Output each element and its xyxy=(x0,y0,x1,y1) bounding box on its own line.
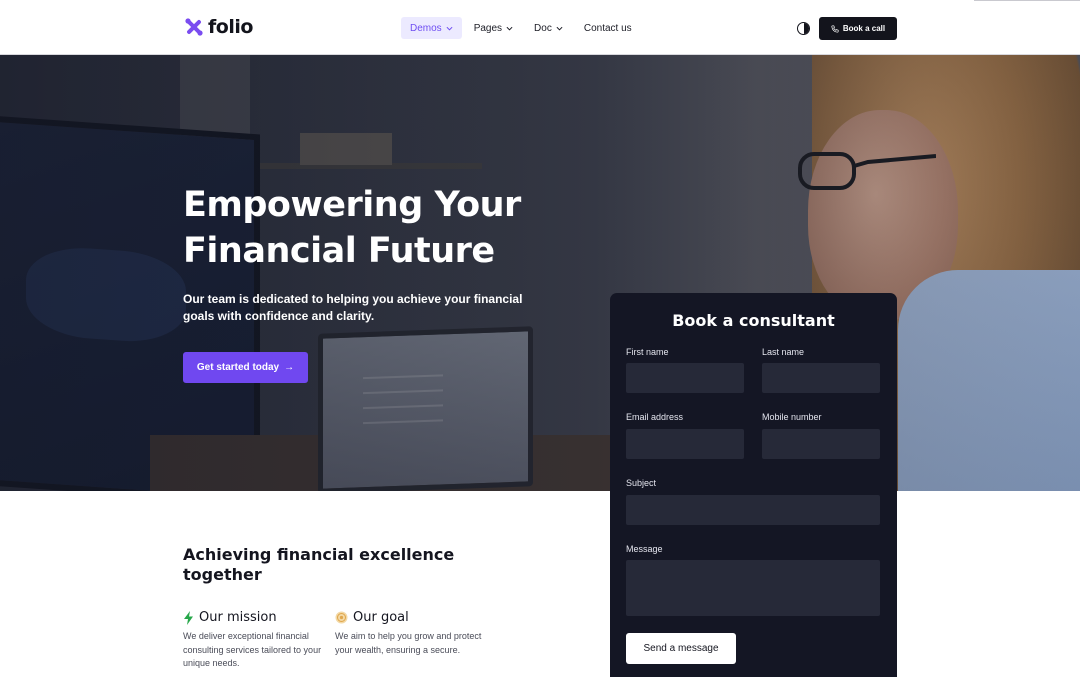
brand-name: folio xyxy=(208,16,253,38)
last-name-field[interactable] xyxy=(762,363,880,393)
main-nav: Demos Pages Doc Contact us xyxy=(401,17,644,39)
book-call-button[interactable]: Book a call xyxy=(819,17,897,40)
nav-item-label: Contact us xyxy=(583,22,632,34)
hero-title-line1: Empowering Your xyxy=(183,185,521,225)
chevron-down-icon xyxy=(506,26,513,31)
feature-mission: Our mission We deliver exceptional finan… xyxy=(183,610,333,671)
logo-icon xyxy=(185,18,203,36)
feature-title: Our mission xyxy=(199,610,277,625)
feature-heading: Our mission xyxy=(183,610,333,625)
nav-item-label: Pages xyxy=(473,22,503,34)
get-started-button[interactable]: Get started today → xyxy=(183,352,308,383)
navbar: folio Demos Pages Doc Contact us Book a … xyxy=(0,0,1080,55)
section-title: Achieving financial excellence together xyxy=(183,545,455,584)
form-title: Book a consultant xyxy=(672,311,835,330)
feature-goal: Our goal We aim to help you grow and pro… xyxy=(335,610,485,657)
subject-label: Subject xyxy=(626,478,657,488)
hero-title: Empowering Your Financial Future xyxy=(183,182,521,274)
brand-logo[interactable]: folio xyxy=(184,16,253,38)
target-icon xyxy=(335,611,348,624)
top-divider xyxy=(974,0,1080,1)
book-call-label: Book a call xyxy=(842,24,886,33)
email-field[interactable] xyxy=(626,429,744,459)
chevron-down-icon xyxy=(446,26,453,31)
arrow-right-icon: → xyxy=(284,362,295,373)
hero-title-line2: Financial Future xyxy=(183,228,521,274)
nav-item-contact[interactable]: Contact us xyxy=(575,17,641,39)
send-message-button[interactable]: Send a message xyxy=(626,633,736,664)
nav-item-doc[interactable]: Doc xyxy=(525,17,572,39)
feature-text: We aim to help you grow and protect your… xyxy=(335,631,482,655)
mobile-label: Mobile number xyxy=(762,412,822,422)
feature-title: Our goal xyxy=(353,610,409,625)
nav-item-demos[interactable]: Demos xyxy=(401,17,462,39)
last-name-label: Last name xyxy=(762,347,805,357)
phone-icon xyxy=(831,24,839,33)
hero-section xyxy=(0,55,1080,491)
get-started-label: Get started today xyxy=(196,362,280,373)
nav-item-label: Demos xyxy=(410,22,442,34)
chevron-down-icon xyxy=(556,26,563,31)
consultation-form: Book a consultant First name Last name E… xyxy=(610,293,897,677)
hero-overlay xyxy=(0,55,1080,491)
first-name-label: First name xyxy=(626,347,669,357)
contrast-icon[interactable] xyxy=(797,22,810,35)
message-label: Message xyxy=(626,544,663,554)
nav-item-pages[interactable]: Pages xyxy=(465,17,522,39)
message-field[interactable] xyxy=(626,560,880,616)
email-label: Email address xyxy=(626,412,684,422)
nav-item-label: Doc xyxy=(534,22,552,34)
first-name-field[interactable] xyxy=(626,363,744,393)
hero-title-light: Financial xyxy=(183,231,357,271)
hero-subtitle: Our team is dedicated to helping you ach… xyxy=(183,292,523,323)
lightning-icon xyxy=(184,610,193,625)
mobile-field[interactable] xyxy=(762,429,880,459)
feature-heading: Our goal xyxy=(335,610,485,625)
subject-field[interactable] xyxy=(626,495,880,525)
feature-text: We deliver exceptional financial consult… xyxy=(183,631,322,668)
hero-title-bold: Future xyxy=(367,231,495,271)
